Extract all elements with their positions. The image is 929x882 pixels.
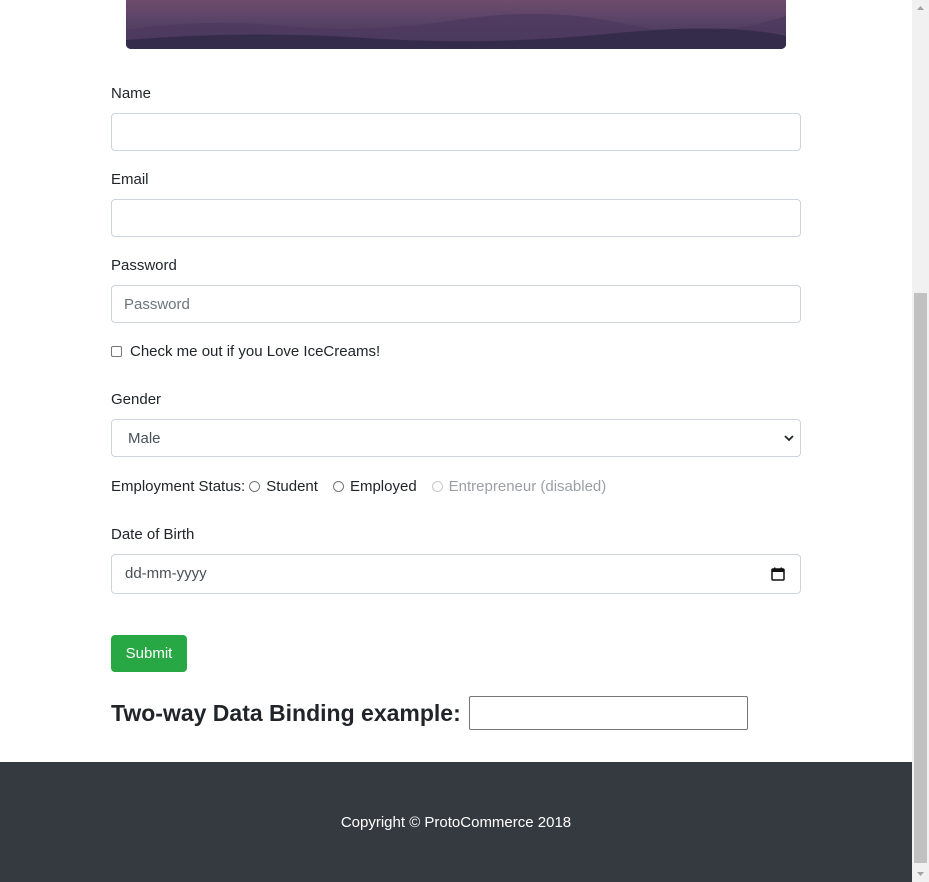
password-input[interactable] bbox=[111, 285, 801, 323]
dob-label: Date of Birth bbox=[111, 526, 195, 543]
employment-option-entrepreneur: Entrepreneur (disabled) bbox=[431, 477, 607, 495]
entrepreneur-radio-label: Entrepreneur (disabled) bbox=[448, 477, 607, 495]
icecream-checkbox[interactable] bbox=[111, 345, 122, 357]
dob-placeholder: dd-mm-yyyy bbox=[125, 565, 207, 582]
employed-radio-label[interactable]: Employed bbox=[350, 478, 417, 495]
gender-selected-value: Male bbox=[128, 429, 161, 447]
employment-option-employed[interactable]: Employed bbox=[332, 478, 417, 495]
icecream-checkbox-label[interactable]: Check me out if you Love IceCreams! bbox=[130, 343, 380, 360]
gender-select[interactable]: Male bbox=[111, 419, 801, 457]
two-way-binding-input[interactable] bbox=[469, 696, 748, 730]
footer: Copyright © ProtoCommerce 2018 bbox=[0, 762, 912, 882]
submit-button[interactable]: Submit bbox=[111, 635, 187, 672]
employment-option-student[interactable]: Student bbox=[249, 478, 318, 495]
scroll-up-arrow-icon[interactable] bbox=[912, 0, 929, 17]
dob-input[interactable]: dd-mm-yyyy bbox=[111, 554, 801, 594]
scrollbar-thumb[interactable] bbox=[914, 293, 927, 863]
name-input[interactable] bbox=[111, 113, 801, 151]
employment-status-row: Employment Status: Student Employed Entr… bbox=[111, 476, 621, 496]
calendar-icon[interactable] bbox=[771, 567, 785, 581]
password-label: Password bbox=[111, 257, 177, 274]
hero-banner-image bbox=[126, 0, 786, 49]
email-label: Email bbox=[111, 171, 149, 188]
employed-radio[interactable] bbox=[332, 480, 344, 492]
chevron-down-icon bbox=[784, 435, 794, 442]
two-way-binding-heading: Two-way Data Binding example: bbox=[111, 700, 461, 726]
name-label: Name bbox=[111, 85, 152, 102]
student-radio-label[interactable]: Student bbox=[266, 478, 318, 495]
icecream-checkbox-row: Check me out if you Love IceCreams! bbox=[111, 342, 380, 360]
student-radio[interactable] bbox=[249, 480, 261, 492]
vertical-scrollbar[interactable] bbox=[912, 0, 929, 882]
email-input[interactable] bbox=[111, 199, 801, 237]
employment-status-label: Employment Status: bbox=[111, 477, 246, 495]
scroll-down-arrow-icon[interactable] bbox=[912, 865, 929, 882]
page-viewport: Name Email Password Check me out if you … bbox=[0, 0, 912, 882]
footer-copyright: Copyright © ProtoCommerce 2018 bbox=[340, 814, 572, 831]
gender-label: Gender bbox=[111, 391, 162, 408]
entrepreneur-radio bbox=[431, 480, 443, 492]
